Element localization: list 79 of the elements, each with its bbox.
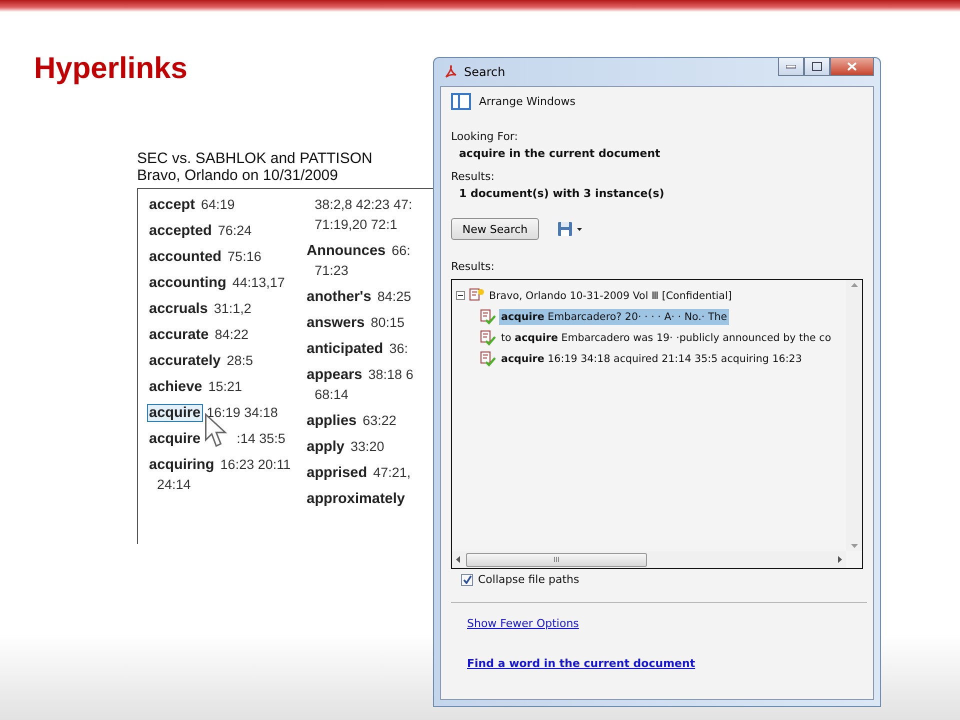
index-word[interactable]: apprised xyxy=(304,464,370,482)
slide-title: Hyperlinks xyxy=(34,52,188,86)
page-reference: 15:21 xyxy=(208,379,242,394)
window-title: Search xyxy=(464,65,506,79)
page-reference: 68:14 xyxy=(314,386,350,404)
index-word[interactable]: acquiring xyxy=(147,456,216,474)
results-label: Results: xyxy=(451,170,496,183)
looking-for-label: Looking For: xyxy=(451,130,519,143)
tree-document[interactable]: Bravo, Orlando 10-31-2009 Vol Ⅲ [Confidential] xyxy=(489,290,732,302)
maximize-icon xyxy=(812,62,822,71)
scroll-left-icon[interactable] xyxy=(456,556,460,563)
page-reference: 38:18 6 xyxy=(368,367,414,382)
save-icon[interactable] xyxy=(557,221,583,237)
index-word[interactable]: acquire xyxy=(147,430,203,448)
page-reference: 24:14 xyxy=(156,476,192,494)
index-heading: SEC vs. SABHLOK and PATTISON xyxy=(137,150,374,167)
search-result[interactable]: acquire Embarcadero? 20· · · · A· · No.· The xyxy=(499,308,730,324)
arrange-windows-icon[interactable] xyxy=(451,93,471,110)
page-reference: 76:24 xyxy=(218,223,252,238)
arrange-windows-label[interactable]: Arrange Windows xyxy=(479,95,576,108)
document-check-icon xyxy=(480,350,496,366)
search-result[interactable]: to acquire Embarcadero was 19· ·publicly announced by the co xyxy=(499,330,834,346)
page-reference: 75:16 xyxy=(228,249,262,264)
document-check-icon xyxy=(480,308,496,324)
option-link[interactable]: Show Fewer Options xyxy=(467,617,579,630)
page-reference: 64:19 xyxy=(200,197,235,212)
index-word[interactable]: accounting xyxy=(147,274,228,292)
page-reference: 16:23 20:11 xyxy=(220,457,291,472)
page-reference: 84:25 xyxy=(377,289,412,304)
results-label: Results: xyxy=(451,260,496,273)
page-reference: 71:19,20 72:1 xyxy=(314,216,398,234)
maximize-button[interactable] xyxy=(804,58,830,76)
option-link[interactable]: Find a word in the current document xyxy=(467,657,696,670)
new-search-button[interactable]: New Search xyxy=(451,218,539,240)
index-word[interactable]: appears xyxy=(304,366,364,384)
index-word[interactable]: accepted xyxy=(147,222,214,240)
page-reference: 38:2,8 42:23 47: xyxy=(314,196,414,214)
index-word[interactable]: achieve xyxy=(147,378,204,396)
index-word[interactable]: accurately xyxy=(147,352,223,370)
index-word[interactable]: applies xyxy=(304,412,359,430)
page-reference: 16:19 34:18 xyxy=(206,405,278,420)
close-icon xyxy=(847,62,857,71)
page-reference: 66: xyxy=(392,243,410,258)
collapse-icon[interactable] xyxy=(456,291,465,300)
page-reference: :14 35:5 xyxy=(236,431,286,446)
results-count: 1 document(s) with 3 instance(s) xyxy=(458,187,666,200)
collapse-checkbox[interactable] xyxy=(461,574,473,586)
index-word[interactable]: accurate xyxy=(147,326,211,344)
index-word[interactable]: accept xyxy=(147,196,197,214)
index-word[interactable]: acquire xyxy=(147,404,203,422)
page-reference: 84:22 xyxy=(214,327,248,342)
page-reference: 47:21, xyxy=(373,465,411,480)
index-word[interactable]: another's xyxy=(304,288,374,306)
search-query: acquire in the current document xyxy=(458,147,662,160)
document-star-icon xyxy=(469,288,485,304)
checkbox-label[interactable]: Collapse file paths xyxy=(478,573,580,586)
index-word[interactable]: approximately xyxy=(304,490,407,508)
index-word[interactable]: anticipated xyxy=(304,340,386,358)
index-word[interactable]: accounted xyxy=(147,248,224,266)
minimize-button[interactable] xyxy=(778,58,804,76)
pdf-icon xyxy=(444,65,458,79)
page-reference: 33:20 xyxy=(350,439,384,454)
index-word[interactable]: apply xyxy=(304,438,346,456)
close-button[interactable] xyxy=(830,58,874,76)
page-reference: 71:23 xyxy=(314,262,350,280)
index-word[interactable]: accruals xyxy=(147,300,210,318)
index-heading: Bravo, Orlando on 10/31/2009 xyxy=(137,167,339,184)
document-check-icon xyxy=(480,330,496,346)
page-reference: 44:13,17 xyxy=(232,275,285,290)
page-reference: 80:15 xyxy=(370,315,404,330)
page-reference: 36: xyxy=(389,341,408,356)
scroll-right-icon[interactable] xyxy=(838,556,842,563)
search-result[interactable]: acquire 16:19 34:18 acquired 21:14 35:5 acquiring 16:23 xyxy=(499,350,804,366)
page-reference: 28:5 xyxy=(226,353,254,368)
index-word[interactable]: Announces xyxy=(304,242,388,260)
page-reference: 63:22 xyxy=(362,413,396,428)
page-reference: 31:1,2 xyxy=(214,301,252,316)
minimize-icon xyxy=(786,64,796,68)
index-word[interactable]: answers xyxy=(304,314,367,332)
